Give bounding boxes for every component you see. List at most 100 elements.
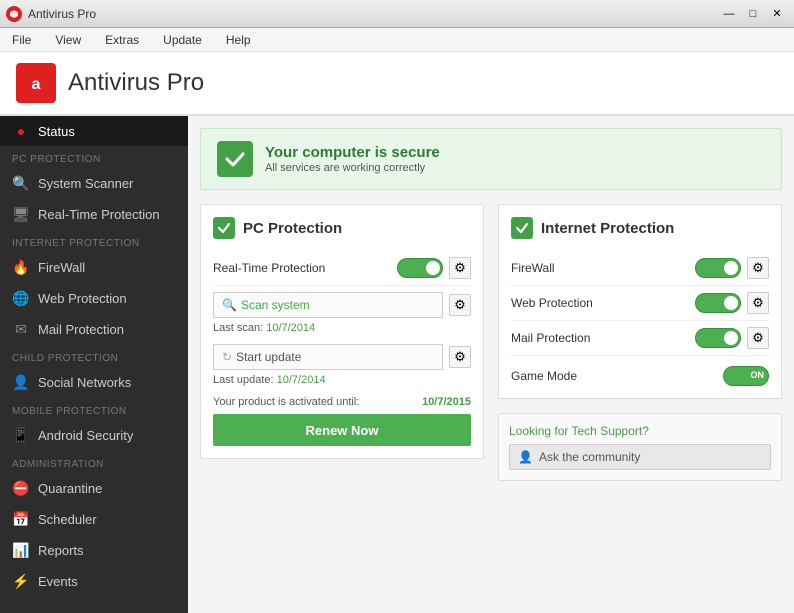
sidebar-item-realtime[interactable]: 🖥 Real-Time Protection bbox=[0, 199, 188, 230]
menu-bar: File View Extras Update Help bbox=[0, 28, 794, 52]
last-update-row: Last update: 10/7/2014 bbox=[213, 372, 471, 390]
update-row: ↻ Start update ⚙ bbox=[213, 340, 471, 372]
sidebar-reports-label: Reports bbox=[38, 543, 84, 558]
sidebar-item-android[interactable]: 📱 Android Security bbox=[0, 420, 188, 451]
webprotect-label: Web Protection bbox=[511, 296, 593, 310]
sidebar-item-status[interactable]: ● Status bbox=[0, 116, 188, 146]
internet-section-label: INTERNET PROTECTION bbox=[0, 230, 188, 252]
sidebar-item-quarantine[interactable]: ⛔ Quarantine bbox=[0, 473, 188, 504]
sidebar-social-label: Social Networks bbox=[38, 375, 131, 390]
support-title-p2: Support? bbox=[600, 424, 649, 438]
sidebar-item-social[interactable]: 👤 Social Networks bbox=[0, 367, 188, 398]
menu-extras[interactable]: Extras bbox=[101, 31, 143, 49]
reports-icon: 📊 bbox=[12, 542, 30, 559]
sidebar-events-label: Events bbox=[38, 574, 78, 589]
app-title: Antivirus Pro bbox=[68, 69, 204, 97]
sidebar-item-mailprotection[interactable]: ✉ Mail Protection bbox=[0, 314, 188, 345]
content-area: Your computer is secure All services are… bbox=[188, 116, 794, 613]
app-logo: a bbox=[16, 63, 56, 103]
mailprotect-gear-button[interactable]: ⚙ bbox=[747, 327, 769, 349]
last-update-label: Last update: bbox=[213, 374, 274, 386]
minimize-button[interactable]: — bbox=[718, 5, 740, 23]
menu-file[interactable]: File bbox=[8, 31, 35, 49]
sidebar-item-events[interactable]: ⚡ Events bbox=[0, 566, 188, 597]
webprotect-toggle[interactable] bbox=[695, 293, 741, 313]
support-community-label: Ask the community bbox=[539, 450, 640, 464]
admin-section-label: ADMINISTRATION bbox=[0, 451, 188, 473]
last-scan-label: Last scan: bbox=[213, 322, 263, 334]
support-title-p1: Looking for bbox=[509, 424, 568, 438]
firewall-toggle[interactable] bbox=[695, 258, 741, 278]
support-title: Looking for Tech Support? bbox=[509, 424, 771, 438]
svg-text:a: a bbox=[32, 76, 41, 93]
activation-label: Your product is activated until: bbox=[213, 396, 359, 408]
sidebar-item-scheduler[interactable]: 📅 Scheduler bbox=[0, 504, 188, 535]
sidebar: ● Status PC PROTECTION 🔍 System Scanner … bbox=[0, 116, 188, 613]
realtime-toggle[interactable] bbox=[397, 258, 443, 278]
sidebar-quarantine-label: Quarantine bbox=[38, 481, 102, 496]
update-gear-button[interactable]: ⚙ bbox=[449, 346, 471, 368]
maximize-button[interactable]: □ bbox=[742, 5, 764, 23]
scan-gear-button[interactable]: ⚙ bbox=[449, 294, 471, 316]
sidebar-realtime-label: Real-Time Protection bbox=[38, 207, 160, 222]
menu-help[interactable]: Help bbox=[222, 31, 255, 49]
pc-check-icon bbox=[213, 217, 235, 239]
internet-protection-title: Internet Protection bbox=[541, 220, 674, 237]
events-icon: ⚡ bbox=[12, 573, 30, 590]
sidebar-scanner-label: System Scanner bbox=[38, 176, 133, 191]
pc-protection-title: PC Protection bbox=[243, 220, 342, 237]
sidebar-item-reports[interactable]: 📊 Reports bbox=[0, 535, 188, 566]
title-bar: Antivirus Pro — □ ✕ bbox=[0, 0, 794, 28]
scanner-icon: 🔍 bbox=[12, 175, 30, 192]
app-icon bbox=[6, 6, 22, 22]
firewall-gear-button[interactable]: ⚙ bbox=[747, 257, 769, 279]
scan-search-icon: 🔍 bbox=[222, 298, 237, 312]
menu-view[interactable]: View bbox=[51, 31, 85, 49]
scan-input[interactable]: 🔍 Scan system bbox=[213, 292, 443, 318]
sidebar-scheduler-label: Scheduler bbox=[38, 512, 97, 527]
support-title-tech: Tech bbox=[572, 424, 597, 438]
update-button[interactable]: ↻ Start update bbox=[213, 344, 443, 370]
realtime-label: Real-Time Protection bbox=[213, 261, 325, 275]
pc-protection-card: PC Protection Real-Time Protection ⚙ � bbox=[200, 204, 484, 459]
support-user-icon: 👤 bbox=[518, 450, 533, 464]
realtime-icon: 🖥 bbox=[12, 206, 30, 223]
activation-date: 10/7/2015 bbox=[422, 396, 471, 408]
web-icon: 🌐 bbox=[12, 290, 30, 307]
app-header: a Antivirus Pro bbox=[0, 52, 794, 116]
social-icon: 👤 bbox=[12, 374, 30, 391]
webprotect-gear-button[interactable]: ⚙ bbox=[747, 292, 769, 314]
gamemode-toggle[interactable] bbox=[723, 366, 769, 386]
internet-protection-card: Internet Protection FireWall ⚙ Web Prote… bbox=[498, 204, 782, 399]
status-check-icon bbox=[217, 141, 253, 177]
support-card: Looking for Tech Support? 👤 Ask the comm… bbox=[498, 413, 782, 481]
status-icon: ● bbox=[12, 123, 30, 139]
update-refresh-icon: ↻ bbox=[222, 350, 232, 364]
mailprotect-toggle[interactable] bbox=[695, 328, 741, 348]
pc-section-label: PC PROTECTION bbox=[0, 146, 188, 168]
sidebar-item-webprotection[interactable]: 🌐 Web Protection bbox=[0, 283, 188, 314]
renew-button[interactable]: Renew Now bbox=[213, 414, 471, 446]
firewall-toggle-row: FireWall ⚙ bbox=[511, 251, 769, 286]
close-button[interactable]: ✕ bbox=[766, 5, 788, 23]
sidebar-android-label: Android Security bbox=[38, 428, 133, 443]
update-label: Start update bbox=[236, 350, 301, 364]
sidebar-web-label: Web Protection bbox=[38, 291, 127, 306]
last-scan-row: Last scan: 10/7/2014 bbox=[213, 320, 471, 340]
support-community-button[interactable]: 👤 Ask the community bbox=[509, 444, 771, 470]
gamemode-row: Game Mode bbox=[511, 356, 769, 386]
menu-update[interactable]: Update bbox=[159, 31, 206, 49]
sidebar-item-firewall[interactable]: 🔥 FireWall bbox=[0, 252, 188, 283]
status-title: Your computer is secure bbox=[265, 144, 440, 161]
firewall-label: FireWall bbox=[511, 261, 555, 275]
sidebar-item-system-scanner[interactable]: 🔍 System Scanner bbox=[0, 168, 188, 199]
realtime-gear-button[interactable]: ⚙ bbox=[449, 257, 471, 279]
gamemode-label: Game Mode bbox=[511, 369, 577, 383]
internet-check-icon bbox=[511, 217, 533, 239]
sidebar-mail-label: Mail Protection bbox=[38, 322, 124, 337]
mailprotect-label: Mail Protection bbox=[511, 331, 590, 345]
last-update-date: 10/7/2014 bbox=[277, 374, 326, 386]
scan-row: 🔍 Scan system ⚙ bbox=[213, 286, 471, 320]
firewall-icon: 🔥 bbox=[12, 259, 30, 276]
android-icon: 📱 bbox=[12, 427, 30, 444]
